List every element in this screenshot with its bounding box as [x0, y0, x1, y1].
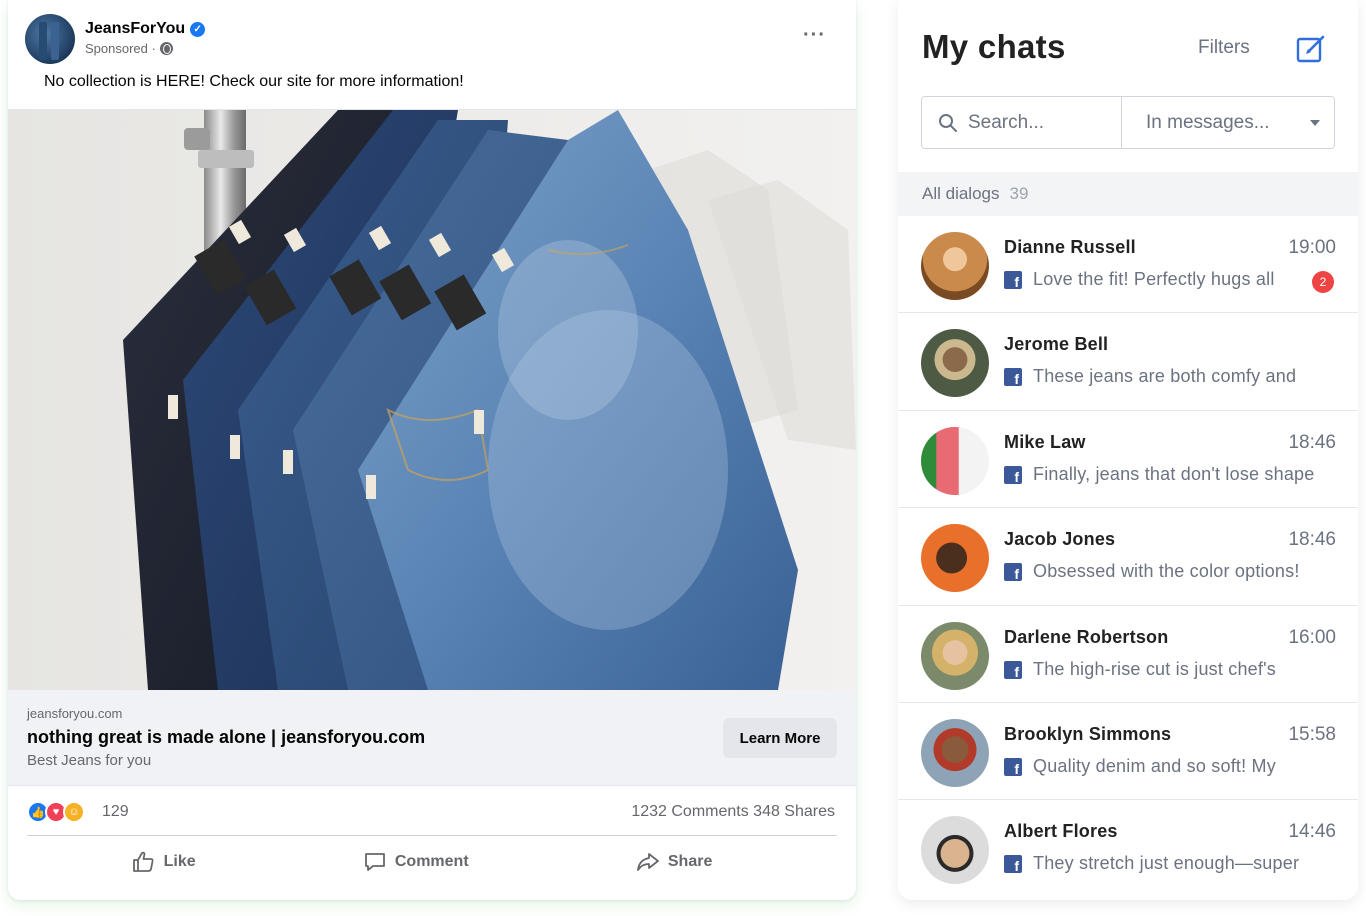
chat-search: Search... In messages... [921, 96, 1335, 149]
comment-button[interactable]: Comment [363, 850, 469, 874]
unread-badge: 2 [1312, 271, 1334, 293]
facebook-icon: f [1004, 660, 1022, 679]
sponsored-label: Sponsored · [85, 41, 173, 56]
share-button[interactable]: Share [636, 850, 712, 874]
facebook-icon: f [1004, 757, 1022, 776]
search-input[interactable]: Search... [922, 97, 1122, 148]
chats-title: My chats [922, 28, 1066, 65]
avatar [921, 329, 989, 398]
filters-button[interactable]: Filters [1198, 37, 1250, 59]
search-scope-value: In messages... [1146, 111, 1270, 133]
thumbs-up-icon [132, 851, 154, 872]
chat-name: Mike Law [1004, 431, 1086, 452]
link-preview[interactable]: jeansforyou.com nothing great is made al… [8, 690, 856, 786]
all-dialogs-label: All dialogs [922, 184, 1000, 203]
chevron-down-icon [1310, 119, 1320, 126]
avatar [921, 232, 989, 300]
chat-time: 18:46 [1288, 431, 1336, 453]
facebook-icon: f [1004, 465, 1022, 484]
avatar [921, 718, 989, 787]
search-placeholder: Search... [968, 111, 1045, 133]
chat-name: Jerome Bell [1004, 334, 1109, 355]
avatar [921, 816, 989, 885]
chat-list: Dianne Russell 19:00 f Love the fit! Per… [898, 216, 1358, 898]
chat-preview: Love the fit! Perfectly hugs all [1033, 269, 1275, 289]
search-scope-select[interactable]: In messages... [1122, 97, 1334, 148]
link-description: Best Jeans for you [27, 752, 152, 769]
chat-row-dianne-russell[interactable]: Dianne Russell 19:00 f Love the fit! Per… [898, 216, 1358, 314]
post-image-jeans[interactable] [8, 110, 856, 690]
chat-preview: Finally, jeans that don't lose shape [1033, 463, 1315, 484]
chat-preview: These jeans are both comfy and [1033, 366, 1297, 387]
reaction-count[interactable]: 129 [102, 803, 129, 821]
learn-more-button[interactable]: Learn More [723, 718, 837, 758]
like-label: Like [163, 853, 196, 870]
page-avatar[interactable] [25, 14, 75, 64]
more-options-icon[interactable]: ··· [803, 24, 826, 47]
chat-row-albert-flores[interactable]: Albert Flores 14:46 f They stretch just … [898, 800, 1358, 897]
chat-row-mike-law[interactable]: Mike Law 18:46 f Finally, jeans that don… [898, 411, 1358, 509]
avatar [921, 426, 989, 495]
page-name[interactable]: JeansForYou ✓ [85, 20, 206, 38]
link-title[interactable]: nothing great is made alone | jeansforyo… [27, 727, 425, 748]
post-text: No collection is HERE! Check our site fo… [44, 73, 464, 90]
jeans-illustration [8, 110, 856, 690]
sponsored-text: Sponsored · [85, 41, 156, 56]
link-domain: jeansforyou.com [27, 706, 123, 721]
page: JeansForYou ✓ Sponsored · ··· No collect… [0, 0, 1366, 916]
chat-row-brooklyn-simmons[interactable]: Brooklyn Simmons 15:58 f Quality denim a… [898, 703, 1358, 801]
chat-row-jerome-bell[interactable]: Jerome Bell f These jeans are both comfy… [898, 313, 1358, 411]
chat-name: Brooklyn Simmons [1004, 723, 1172, 744]
page-name-text[interactable]: JeansForYou [85, 20, 185, 38]
care-reaction-icon: ☺ [63, 801, 85, 823]
chat-time: 18:46 [1288, 529, 1336, 551]
chat-name: Darlene Robertson [1004, 626, 1169, 647]
comment-label: Comment [394, 853, 469, 870]
like-button[interactable]: Like [132, 850, 196, 874]
chat-preview: Obsessed with the color options! [1033, 561, 1300, 582]
avatar [921, 524, 989, 593]
compose-icon[interactable] [1296, 34, 1326, 64]
share-icon [636, 853, 659, 871]
post-header: JeansForYou ✓ Sponsored · ··· No collect… [8, 0, 856, 110]
chat-name: Jacob Jones [1004, 529, 1116, 550]
comments-shares-count[interactable]: 1232 Comments 348 Shares [631, 803, 835, 821]
share-label: Share [667, 853, 713, 870]
all-dialogs-header[interactable]: All dialogs 39 [898, 172, 1358, 216]
verified-badge-icon: ✓ [190, 21, 206, 37]
avatar [921, 621, 989, 690]
facebook-icon: f [1004, 563, 1022, 582]
globe-icon [159, 42, 173, 55]
facebook-icon: f [1004, 368, 1022, 387]
search-icon [939, 113, 957, 132]
chat-preview: Quality denim and so soft! My [1033, 755, 1276, 776]
chat-name: Dianne Russell [1004, 237, 1136, 257]
comment-icon [364, 853, 385, 871]
chat-row-jacob-jones[interactable]: Jacob Jones 18:46 f Obsessed with the co… [898, 508, 1358, 606]
sponsored-post: JeansForYou ✓ Sponsored · ··· No collect… [8, 0, 856, 900]
post-actions: Like Comment Share [8, 836, 856, 888]
post-stats: 👍 ♥ ☺ 129 1232 Comments 348 Shares [27, 786, 837, 836]
chat-time: 16:00 [1288, 626, 1336, 648]
my-chats-panel: My chats Filters Search... In messages..… [898, 0, 1358, 900]
chat-time: 15:58 [1288, 723, 1336, 745]
chat-time: 19:00 [1288, 237, 1336, 258]
chat-time: 14:46 [1288, 821, 1336, 843]
chat-row-darlene-robertson[interactable]: Darlene Robertson 16:00 f The high-rise … [898, 606, 1358, 703]
chat-preview: The high-rise cut is just chef's [1033, 658, 1276, 679]
all-dialogs-count: 39 [1009, 184, 1029, 203]
facebook-icon: f [1004, 855, 1022, 874]
facebook-icon: f [1004, 271, 1022, 289]
chat-name: Albert Flores [1004, 821, 1118, 842]
reaction-icons[interactable]: 👍 ♥ ☺ [27, 801, 85, 823]
chat-preview: They stretch just enough—super [1033, 853, 1300, 874]
